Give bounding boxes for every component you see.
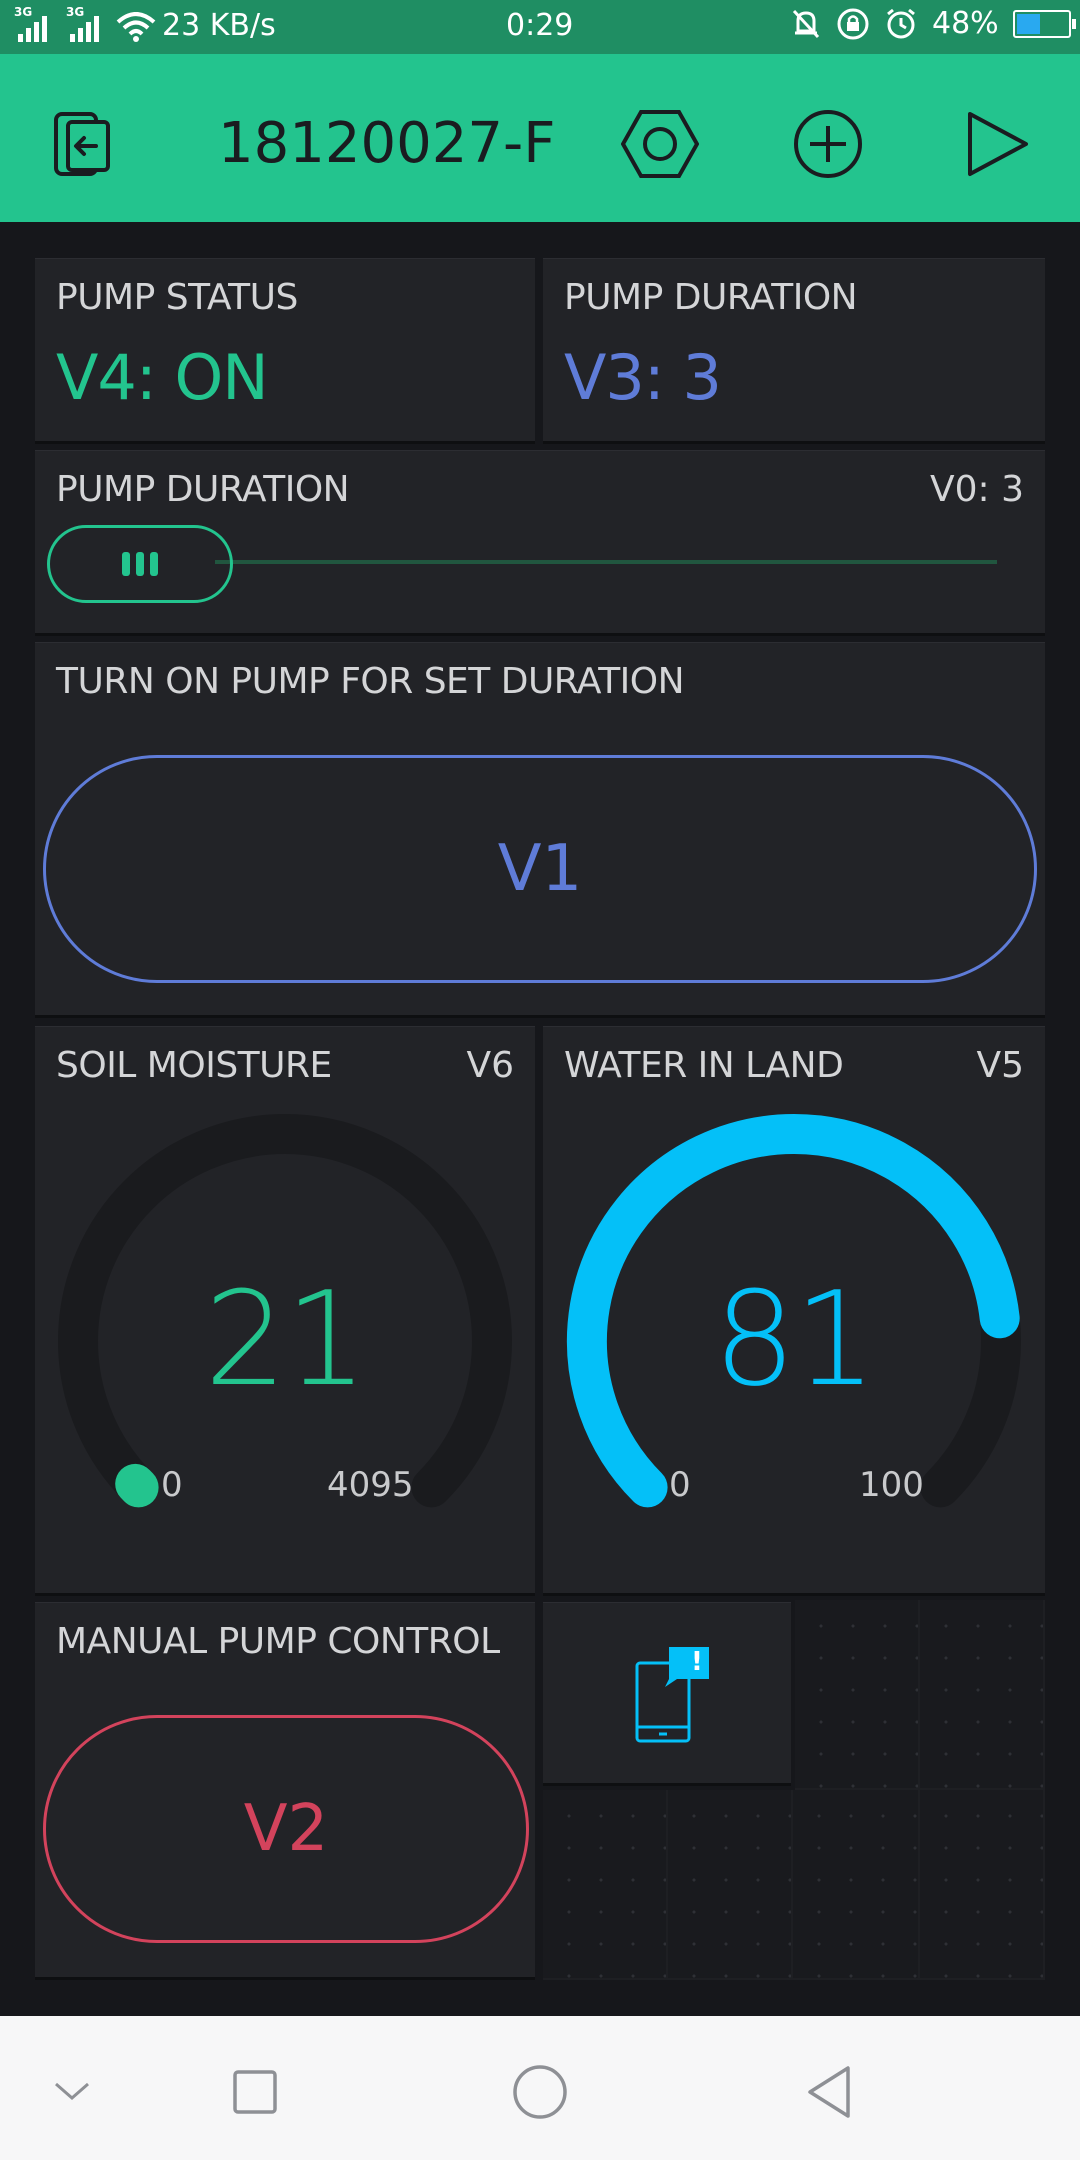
notification-badge: ! [691,1647,703,1677]
status-bar: 3G 3G 23 KB/s 0:29 48% [0,0,1080,54]
home-button[interactable] [500,2052,580,2132]
empty-grid-cell[interactable] [920,1600,1045,1790]
recents-icon [233,2070,277,2114]
exit-project-button[interactable] [44,104,124,184]
back-button[interactable] [790,2052,870,2132]
slider-track[interactable] [215,560,997,564]
gauge-value: 81 [713,1263,876,1415]
pump-status-value: V4: ON [56,341,269,414]
widget-label: PUMP STATUS [56,277,298,318]
wifi-icon [116,12,156,42]
signal-icon [18,10,47,42]
gauge-max: 100 [859,1465,924,1505]
empty-grid-cell[interactable] [668,1790,793,1980]
alarm-icon [887,8,915,38]
pump-duration-slider-widget: PUMP DURATION V0: 3 [35,450,1045,633]
turn-on-pump-button[interactable]: V1 [43,755,1037,983]
battery-percent: 48% [932,6,999,41]
pump-duration-display-widget[interactable]: PUMP DURATION V3: 3 [543,258,1045,441]
empty-grid-cell[interactable] [795,1600,920,1790]
empty-grid-cell[interactable] [793,1790,920,1980]
recents-button[interactable] [215,2052,295,2132]
water-in-land-gauge: WATER IN LAND V5 81 0 100 [543,1026,1045,1593]
clock: 0:29 [506,8,574,43]
gauge-min: 0 [669,1465,691,1505]
project-settings-button[interactable] [620,104,700,184]
notification-widget[interactable]: ! [543,1602,791,1783]
battery-icon [1012,9,1076,38]
widget-label: MANUAL PUMP CONTROL [56,1621,500,1662]
slider-handle[interactable] [47,525,233,603]
widget-label: PUMP DURATION [56,469,350,510]
gauge-max: 4095 [327,1465,414,1505]
project-toolbar: 18120027-FINAL [0,54,1080,222]
slider-value-label: V0: 3 [929,469,1024,510]
mute-icon [792,9,820,38]
manual-pump-button[interactable]: V2 [43,1715,529,1943]
settings-hexagon-icon [621,110,699,178]
soil-moisture-gauge: SOIL MOISTURE V6 21 0 4095 [35,1026,535,1593]
back-icon [808,2066,850,2118]
play-button[interactable] [956,104,1036,184]
empty-grid-cell[interactable] [543,1790,668,1980]
network-speed: 23 KB/s [162,8,276,43]
widget-label: TURN ON PUMP FOR SET DURATION [56,661,685,702]
hide-keyboard-icon [55,2082,89,2100]
widget-label: PUMP DURATION [564,277,858,318]
exit-project-icon [54,112,110,176]
battery-fill [1016,13,1040,34]
play-icon [968,112,1028,176]
add-widget-button[interactable] [788,104,868,184]
home-icon [513,2065,567,2119]
project-title[interactable]: 18120027-FINAL [218,104,554,184]
hide-keyboard-button[interactable] [32,2052,112,2132]
empty-grid-cell[interactable] [920,1790,1045,1980]
add-widget-icon [794,110,862,178]
signal-icon [70,10,99,42]
gauge-min: 0 [161,1465,183,1505]
manual-pump-widget: MANUAL PUMP CONTROL V2 [35,1602,535,1977]
pump-status-widget[interactable]: PUMP STATUS V4: ON [35,258,535,441]
gauge-value: 21 [204,1263,367,1415]
pump-duration-value: V3: 3 [564,341,722,414]
lock-rotation-icon [837,8,869,39]
system-nav-bar [0,2016,1080,2160]
turn-on-pump-widget: TURN ON PUMP FOR SET DURATION V1 [35,642,1045,1015]
